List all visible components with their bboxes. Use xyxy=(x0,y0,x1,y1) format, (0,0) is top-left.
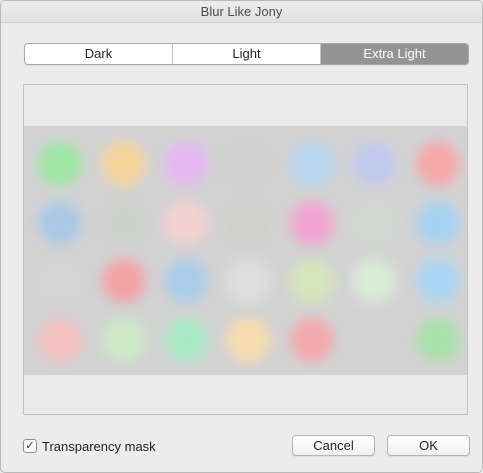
blurred-app-icon xyxy=(164,142,208,186)
blurred-app-icon xyxy=(38,142,82,186)
segment-light[interactable]: Light xyxy=(173,44,321,64)
blurred-app-icon xyxy=(226,201,270,245)
blurred-app-icon xyxy=(416,142,460,186)
blurred-app-icon xyxy=(164,318,208,362)
segment-dark[interactable]: Dark xyxy=(25,44,173,64)
blur-preview-frame xyxy=(23,84,468,415)
blurred-app-icon xyxy=(416,259,460,303)
checkmark-icon: ✓ xyxy=(25,439,35,452)
blurred-app-icon xyxy=(290,142,334,186)
blurred-app-icon xyxy=(226,142,270,186)
dialog-window: Blur Like Jony Dark Light Extra Light ✓ … xyxy=(0,0,483,473)
blurred-app-icon xyxy=(38,201,82,245)
blurred-app-icon xyxy=(416,318,460,362)
blurred-app-icon xyxy=(102,259,146,303)
blurred-app-icon xyxy=(352,142,396,186)
blurred-app-icon xyxy=(290,201,334,245)
blurred-app-icon xyxy=(164,201,208,245)
cancel-button[interactable]: Cancel xyxy=(292,435,375,456)
blurred-app-icon xyxy=(226,259,270,303)
blurred-preview-image xyxy=(24,126,467,375)
blurred-app-icon xyxy=(102,201,146,245)
blurred-app-icon xyxy=(290,259,334,303)
blurred-app-icon xyxy=(352,318,396,362)
blurred-app-icon xyxy=(102,142,146,186)
blurred-app-icon xyxy=(416,201,460,245)
blurred-app-icon xyxy=(38,259,82,303)
blurred-app-icon xyxy=(102,318,146,362)
window-title: Blur Like Jony xyxy=(1,1,482,23)
segment-extra-light[interactable]: Extra Light xyxy=(321,44,468,64)
blurred-app-icon xyxy=(352,201,396,245)
ok-button[interactable]: OK xyxy=(387,435,470,456)
transparency-mask-checkbox[interactable]: ✓ xyxy=(23,439,37,453)
blurred-app-icon xyxy=(38,318,82,362)
blurred-app-icon xyxy=(290,318,334,362)
transparency-mask-option[interactable]: ✓ Transparency mask xyxy=(23,437,156,455)
transparency-mask-label: Transparency mask xyxy=(42,438,156,454)
style-segmented-control: Dark Light Extra Light xyxy=(24,43,469,65)
blurred-app-icon xyxy=(352,259,396,303)
blurred-app-icon xyxy=(226,318,270,362)
blurred-app-icon xyxy=(164,259,208,303)
